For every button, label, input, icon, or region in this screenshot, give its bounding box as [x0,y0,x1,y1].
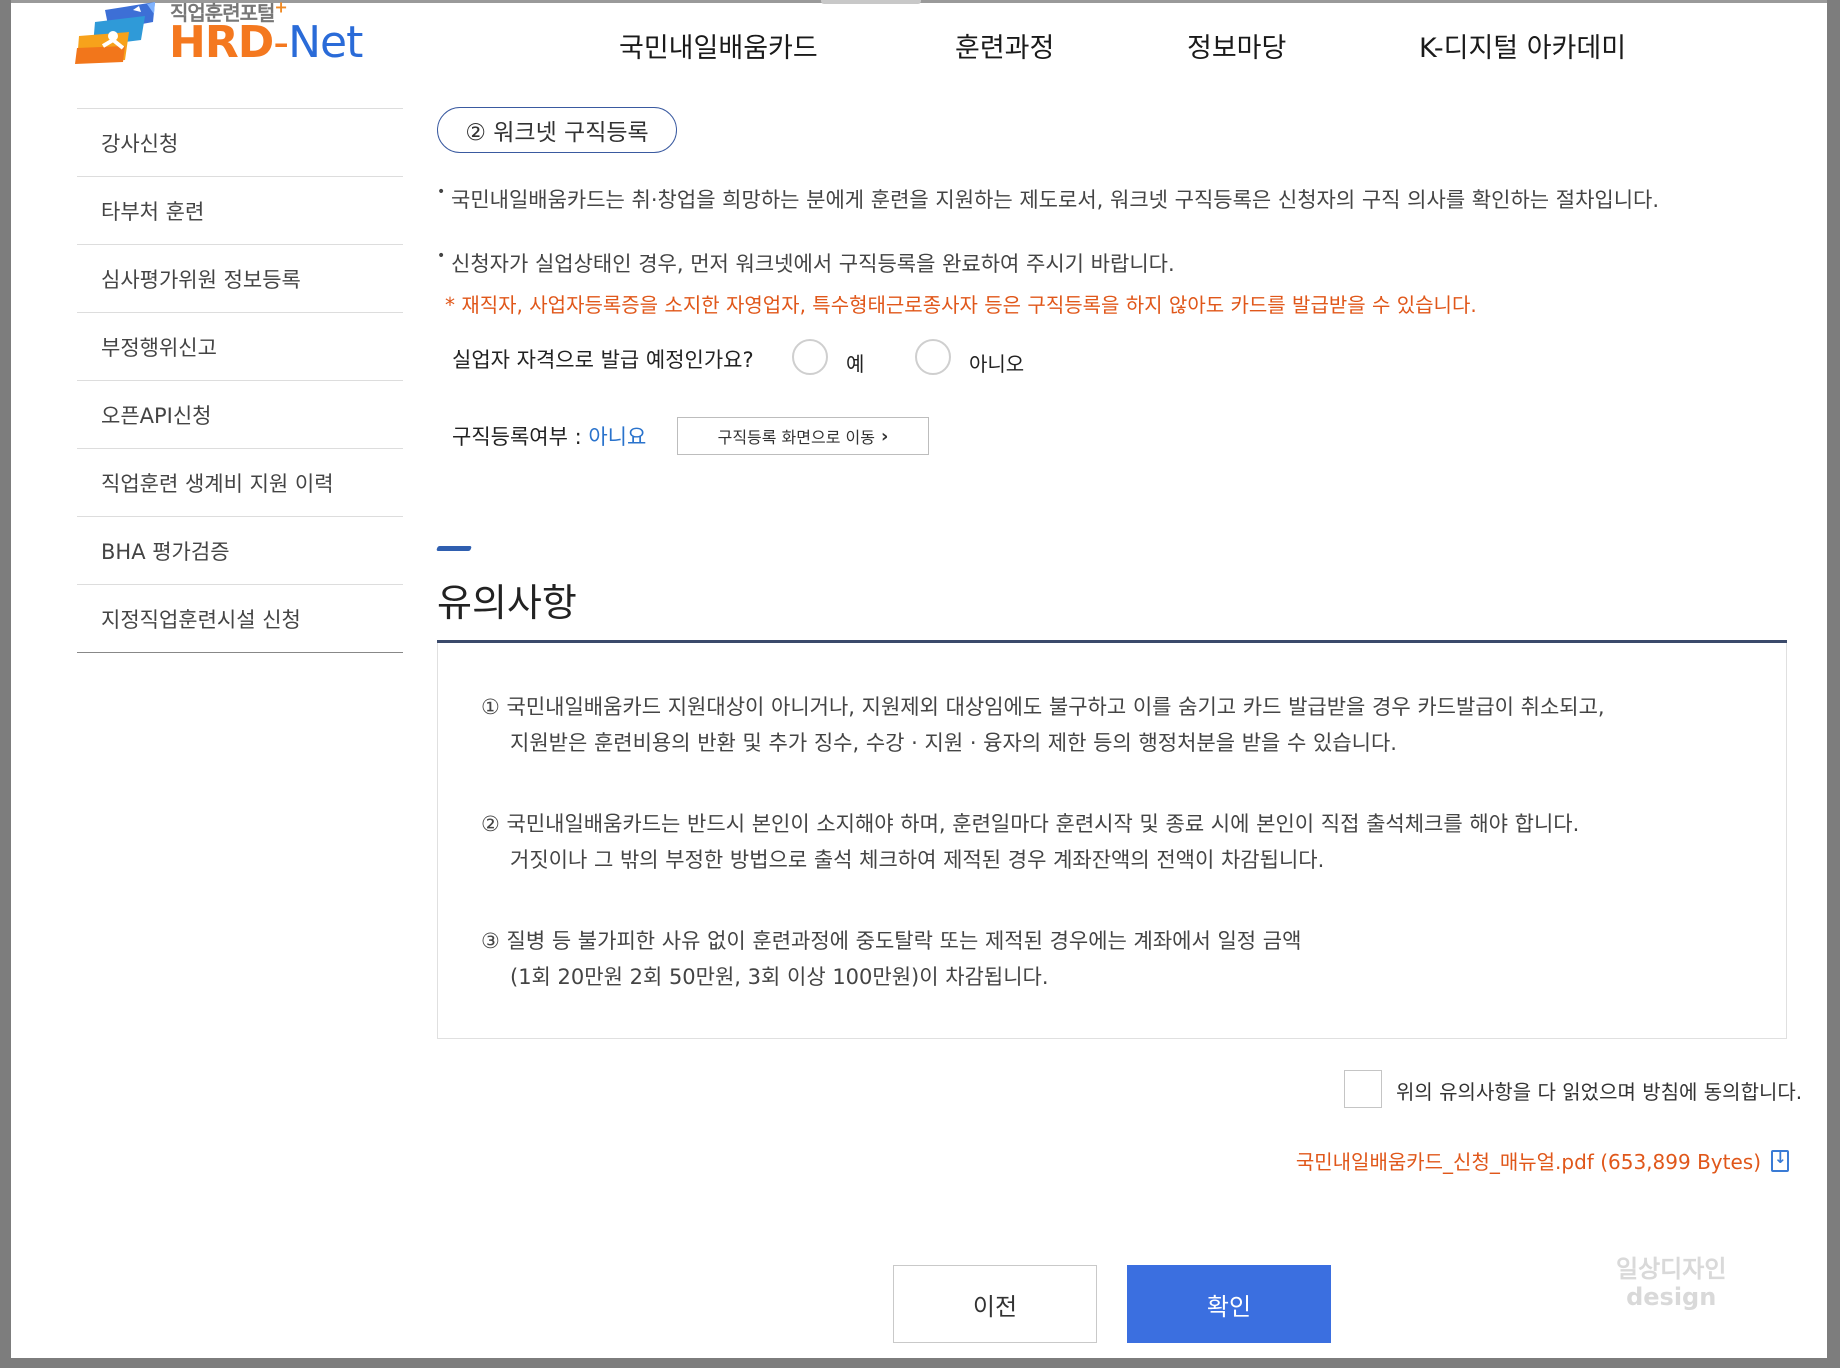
agree-label[interactable]: 위의 유의사항을 다 읽었으며 방침에 동의합니다. [1396,1076,1802,1105]
previous-button[interactable]: 이전 [893,1265,1097,1343]
radio-yes[interactable] [792,339,828,375]
info-bullet-2: • 신청자가 실업상태인 경우, 먼저 워크넷에서 구직등록을 완료하여 주시기 … [437,248,1175,278]
section-title-accent [436,546,472,551]
notice-item-2: ② 국민내일배움카드는 반드시 본인이 소지해야 하며, 훈련일마다 훈련시작 … [481,806,1579,878]
notice-item-2-line-2: 거짓이나 그 밖의 부정한 방법으로 출석 체크하여 제적된 경우 계좌잔액의 … [510,848,1325,872]
chevron-right-icon: › [880,425,889,447]
radio-yes-label[interactable]: 예 [846,348,864,377]
radio-no[interactable] [915,339,951,375]
sidebar-menu: 강사신청 타부처 훈련 심사평가위원 정보등록 부정행위신고 오픈API신청 직… [77,108,403,653]
bullet-dot-icon: • [437,184,446,200]
confirm-button[interactable]: 확인 [1127,1265,1331,1343]
watermark: 일상디자인 design [1616,1255,1726,1311]
download-icon[interactable] [1771,1149,1789,1172]
main-navigation: 국민내일배움카드 훈련과정 정보마당 K-디지털 아카데미 [11,26,1827,66]
info-bullet-1: • 국민내일배움카드는 취·창업을 희망하는 분에게 훈련을 지원하는 제도로서,… [437,184,1659,214]
notice-item-3-line-1: ③ 질병 등 불가피한 사유 없이 훈련과정에 중도탈락 또는 제적된 경우에는… [481,929,1302,953]
job-registration-status: 구직등록여부 : 아니요 [452,421,646,451]
step-badge: ② 워크넷 구직등록 [437,107,677,153]
sidebar-item-instructor-application[interactable]: 강사신청 [77,109,403,177]
notice-item-1: ① 국민내일배움카드 지원대상이 아니거나, 지원제외 대상임에도 불구하고 이… [481,689,1605,761]
radio-no-label[interactable]: 아니오 [969,348,1024,377]
manual-download-link[interactable]: 국민내일배움카드_신청_매뉴얼.pdf (653,899 Bytes) [1296,1146,1789,1175]
sidebar-item-evaluator-registration[interactable]: 심사평가위원 정보등록 [77,245,403,313]
notice-item-3-line-2: (1회 20만원 2회 50만원, 3회 이상 100만원)이 차감됩니다. [510,965,1049,989]
watermark-line-1: 일상디자인 [1616,1255,1727,1283]
notice-item-1-line-1: ① 국민내일배움카드 지원대상이 아니거나, 지원제외 대상임에도 불구하고 이… [481,695,1605,719]
sidebar-item-designated-facility[interactable]: 지정직업훈련시설 신청 [77,585,403,653]
notice-item-1-line-2: 지원받은 훈련비용의 반환 및 추가 징수, 수강 · 지원 · 융자의 제한 … [510,731,1397,755]
agree-checkbox[interactable] [1344,1070,1382,1108]
notice-item-3: ③ 질병 등 불가피한 사유 없이 훈련과정에 중도탈락 또는 제적된 경우에는… [481,923,1301,995]
page-frame: 직업훈련포털+ HRD-Net 국민내일배움카드 훈련과정 정보마당 K-디지털… [11,0,1827,1358]
manual-file-name: 국민내일배움카드_신청_매뉴얼.pdf (653,899 Bytes) [1295,1150,1761,1174]
info-bullet-2-text: 신청자가 실업상태인 경우, 먼저 워크넷에서 구직등록을 완료하여 주시기 바… [451,252,1175,276]
sidebar-item-open-api[interactable]: 오픈API신청 [77,381,403,449]
sidebar-item-fraud-report[interactable]: 부정행위신고 [77,313,403,381]
unemployed-question-label: 실업자 자격으로 발급 예정인가요? [452,348,754,372]
nav-item-training-courses[interactable]: 훈련과정 [955,26,1054,65]
bullet-dot-icon: • [437,248,446,264]
nav-item-tomorrow-learning-card[interactable]: 국민내일배움카드 [619,26,818,65]
sidebar-item-other-ministry-training[interactable]: 타부처 훈련 [77,177,403,245]
window-tab-handle [821,0,921,4]
registration-label: 구직등록여부 : [452,425,589,449]
nav-item-k-digital-academy[interactable]: K-디지털 아카데미 [1419,26,1626,65]
go-to-job-registration-button[interactable]: 구직등록 화면으로 이동 › [677,417,929,455]
go-button-label: 구직등록 화면으로 이동 [717,428,875,447]
nav-item-info-plaza[interactable]: 정보마당 [1187,26,1286,65]
notice-item-2-line-1: ② 국민내일배움카드는 반드시 본인이 소지해야 하며, 훈련일마다 훈련시작 … [481,812,1580,836]
warning-note: * 재직자, 사업자등록증을 소지한 자영업자, 특수형태근로종사자 등은 구직… [445,293,1477,317]
info-bullet-1-text: 국민내일배움카드는 취·창업을 희망하는 분에게 훈련을 지원하는 제도로서, … [451,188,1660,212]
registration-value: 아니요 [588,425,647,449]
sidebar-item-living-cost-history[interactable]: 직업훈련 생계비 지원 이력 [77,449,403,517]
notice-section-title: 유의사항 [437,581,577,625]
sidebar-item-bha-evaluation[interactable]: BHA 평가검증 [77,517,403,585]
watermark-line-2: design [1626,1283,1717,1311]
